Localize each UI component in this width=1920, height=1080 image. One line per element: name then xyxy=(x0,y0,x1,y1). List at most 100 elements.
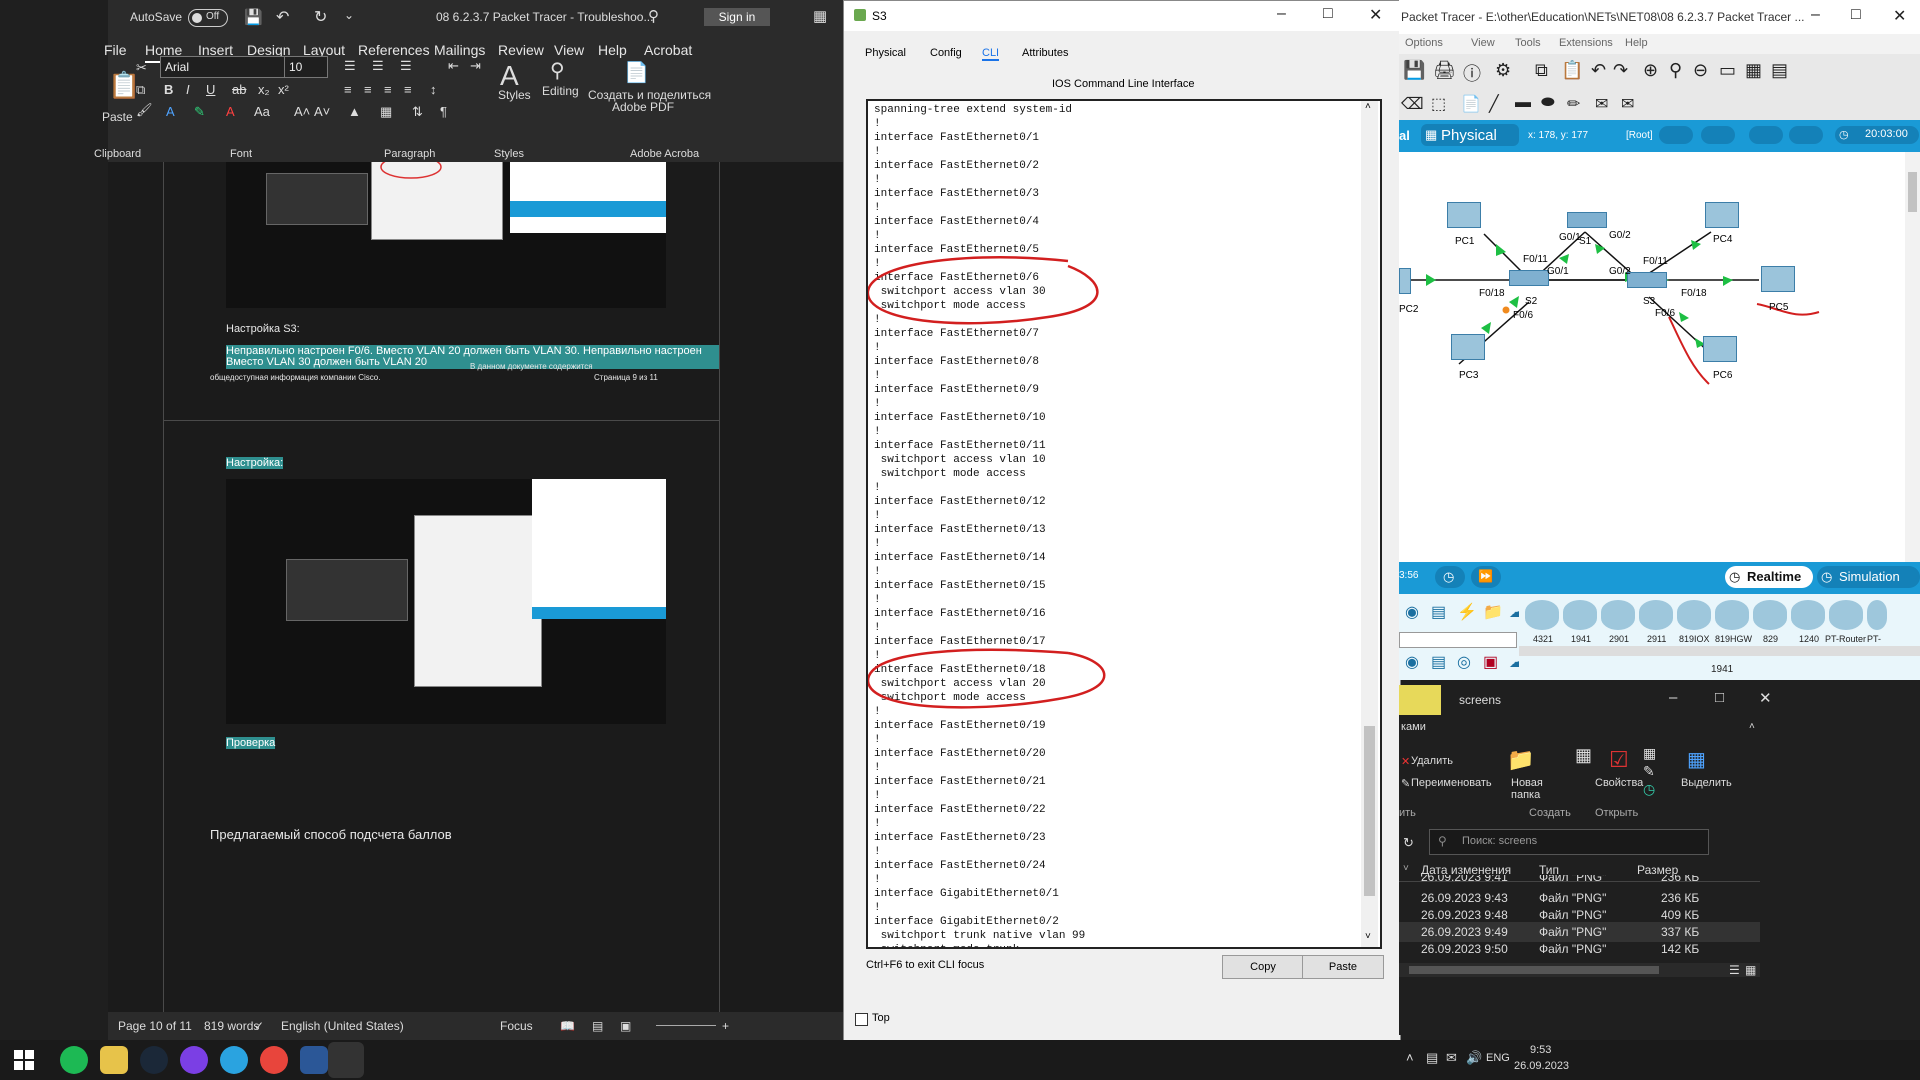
rename-icon[interactable]: ✎ xyxy=(1401,777,1410,790)
proofing-icon[interactable]: ✓ xyxy=(254,1019,264,1033)
zoom-in-icon[interactable]: + xyxy=(722,1019,729,1033)
pc3-icon[interactable] xyxy=(1451,334,1485,360)
scroll-up-icon[interactable]: ˄ xyxy=(1365,101,1371,112)
font-color-icon[interactable]: A xyxy=(226,104,235,119)
refresh-icon[interactable]: ↻ xyxy=(1403,835,1414,851)
switches-category-icon[interactable]: ▤ xyxy=(1431,602,1446,622)
adobe-create-label-2[interactable]: Adobe PDF xyxy=(612,100,674,114)
justify-icon[interactable]: ≡ xyxy=(404,82,412,97)
chat-icon[interactable]: ✉ xyxy=(1446,1050,1457,1066)
open-icon[interactable]: ▦ xyxy=(1643,745,1656,762)
numbering-icon[interactable]: ☰ xyxy=(372,58,384,74)
ribbon-display-icon[interactable]: ▦ xyxy=(813,7,827,25)
s2-switch-icon[interactable] xyxy=(1509,270,1549,286)
language-indicator[interactable]: ENG xyxy=(1486,1052,1510,1064)
s1-switch-icon[interactable] xyxy=(1567,212,1607,228)
delete-icon[interactable]: ✕ xyxy=(1401,755,1410,768)
network-icon[interactable]: ▤ xyxy=(1426,1050,1438,1066)
thumbnails-view-icon[interactable]: ▦ xyxy=(1745,963,1756,977)
window-icon[interactable]: ▭ xyxy=(1719,60,1736,81)
table-row[interactable]: 26.09.2023 9:41 Файл "PNG" 236 КБ xyxy=(1399,875,1760,887)
zoom-slider[interactable] xyxy=(656,1025,716,1026)
pt-canvas-scrollbar[interactable] xyxy=(1905,152,1920,562)
pdu-icon[interactable]: ✉ xyxy=(1595,94,1608,114)
borders-icon[interactable]: ▦ xyxy=(380,104,392,120)
device-scrollbar[interactable] xyxy=(1519,646,1920,656)
print-icon[interactable]: 🖨 xyxy=(1433,60,1456,81)
sort-icon[interactable]: ⇅ xyxy=(412,104,423,120)
multilevel-icon[interactable]: ☰ xyxy=(400,58,412,74)
tab-config[interactable]: Config xyxy=(930,47,962,59)
select-icon[interactable]: ⬚ xyxy=(1431,94,1446,114)
tab-review[interactable]: Review xyxy=(498,42,544,58)
web-layout-icon[interactable]: ▣ xyxy=(620,1019,631,1033)
tray-expand-icon[interactable]: ˄ xyxy=(1406,1050,1414,1065)
tab-file[interactable]: File xyxy=(104,42,127,58)
align-center-icon[interactable]: ≡ xyxy=(364,82,372,97)
grow-font-icon[interactable]: A˄ xyxy=(294,104,310,119)
word-icon[interactable] xyxy=(300,1046,328,1074)
network-info-icon[interactable]: ⚙ xyxy=(1495,60,1511,81)
pt-menu-options[interactable]: Options xyxy=(1405,37,1443,49)
tab-acrobat[interactable]: Acrobat xyxy=(644,42,692,58)
line-spacing-icon[interactable]: ↕ xyxy=(430,82,437,97)
explorer-minimize-icon[interactable]: – xyxy=(1669,689,1677,706)
paste-button[interactable]: Paste xyxy=(1302,955,1384,979)
pt-menu-view[interactable]: View xyxy=(1471,37,1495,49)
text-effects-icon[interactable]: A xyxy=(166,104,175,119)
ribbon-collapse-icon[interactable]: ˄ xyxy=(1749,721,1755,732)
end-devices-category-icon[interactable]: 📁 xyxy=(1483,602,1503,622)
cli-scrollbar[interactable]: ˄ ˅ xyxy=(1361,101,1378,947)
select-icon[interactable]: ▦ xyxy=(1687,747,1706,772)
focus-button[interactable]: Focus xyxy=(500,1019,533,1033)
move-object-button[interactable] xyxy=(1701,126,1735,144)
info-icon[interactable]: ⓘ xyxy=(1463,60,1481,86)
new-item-icon[interactable]: ▦ xyxy=(1575,745,1592,766)
underline-icon[interactable]: U xyxy=(206,82,215,97)
search-icon[interactable]: ⚲ xyxy=(648,7,659,25)
simulation-mode-button[interactable]: ◷ Simulation xyxy=(1817,566,1920,588)
router-1941-icon[interactable] xyxy=(1563,600,1597,630)
router-829-icon[interactable] xyxy=(1753,600,1787,630)
viewport-button[interactable] xyxy=(1789,126,1823,144)
start-icon[interactable] xyxy=(14,1050,34,1070)
power-cycle-button[interactable]: ◷ xyxy=(1435,566,1465,588)
explorer-maximize-icon[interactable]: □ xyxy=(1715,689,1724,706)
tab-view[interactable]: View xyxy=(554,42,584,58)
paste-icon[interactable]: 📋 xyxy=(1561,60,1583,81)
pc5-icon[interactable] xyxy=(1761,266,1795,292)
pt-router-icon[interactable] xyxy=(1829,600,1863,630)
save-icon[interactable]: 💾 xyxy=(244,8,263,26)
router-1240-icon[interactable] xyxy=(1791,600,1825,630)
connections-category-icon[interactable]: ⚡ xyxy=(1457,602,1477,622)
bullets-icon[interactable]: ☰ xyxy=(344,58,356,74)
router-2901-icon[interactable] xyxy=(1601,600,1635,630)
editing-icon[interactable]: ⚲ xyxy=(550,58,565,83)
zoom-out-icon[interactable]: ⊖ xyxy=(1693,60,1708,81)
pt-maximize-icon[interactable]: □ xyxy=(1851,6,1861,24)
tab-cli[interactable]: CLI xyxy=(982,47,1000,61)
increase-indent-icon[interactable]: ⇥ xyxy=(470,58,481,74)
pt-menu-tools[interactable]: Tools xyxy=(1515,37,1541,49)
router-4321-icon[interactable] xyxy=(1525,600,1559,630)
router-2911-icon[interactable] xyxy=(1639,600,1673,630)
note-icon[interactable]: 📄 xyxy=(1461,94,1481,114)
security-category-icon[interactable]: ▣ xyxy=(1483,652,1498,672)
delete-button[interactable]: Удалить xyxy=(1411,755,1453,767)
new-cluster-button[interactable] xyxy=(1659,126,1693,144)
ribbon-tab-label[interactable]: ками xyxy=(1401,721,1426,733)
new-folder-label-1[interactable]: Новая xyxy=(1511,777,1543,789)
router-819hgw-icon[interactable] xyxy=(1715,600,1749,630)
sign-in-button[interactable]: Sign in xyxy=(704,8,770,26)
properties-icon[interactable]: ☑ xyxy=(1609,747,1629,773)
page-count[interactable]: Page 10 of 11 xyxy=(118,1019,192,1033)
align-right-icon[interactable]: ≡ xyxy=(384,82,392,97)
routers-category-icon[interactable]: ◉ xyxy=(1405,602,1419,622)
tab-physical[interactable]: Physical xyxy=(865,47,906,59)
network-category-icon[interactable]: ◉ xyxy=(1405,652,1419,672)
copy-button[interactable]: Copy xyxy=(1222,955,1304,979)
new-folder-icon[interactable]: 📁 xyxy=(1507,747,1534,773)
strikethrough-icon[interactable]: ab xyxy=(232,82,246,97)
read-mode-icon[interactable]: 📖 xyxy=(560,1019,575,1033)
decrease-indent-icon[interactable]: ⇤ xyxy=(448,58,459,74)
